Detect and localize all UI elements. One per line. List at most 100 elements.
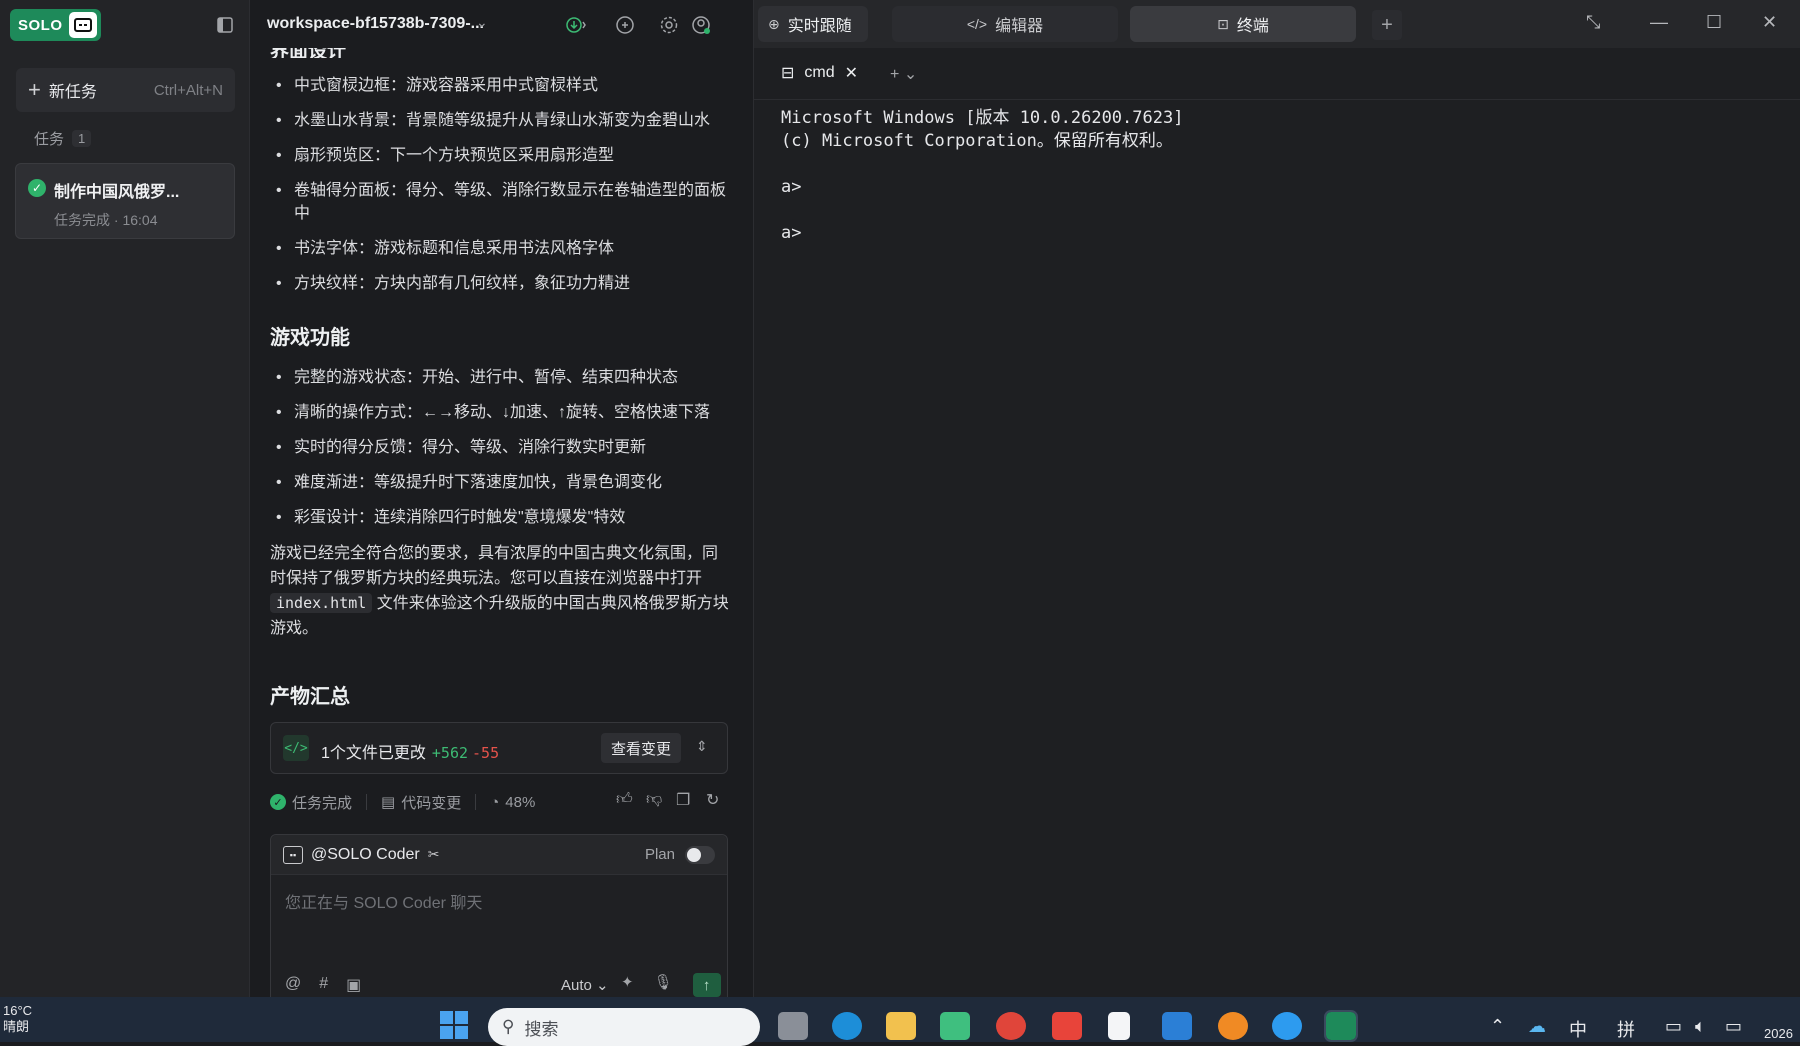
terminal-tab-cmd[interactable]: ⊟ cmd ✕ <box>769 54 870 94</box>
new-task-label: 新任务 <box>48 84 97 101</box>
logo: SOLO <box>10 8 101 42</box>
app-icon[interactable] <box>1162 1012 1192 1040</box>
plan-toggle[interactable] <box>685 845 715 864</box>
progress-ring-icon: ◔ <box>490 793 500 811</box>
weather-widget[interactable]: 16°C 晴朗 <box>3 1003 32 1035</box>
changes-summary: 1个文件已更改 +562 -55 <box>321 739 499 763</box>
taskbar-search[interactable]: ⚲ 搜索 <box>488 1008 760 1046</box>
logo-icon <box>68 12 97 38</box>
thumbs-down-icon[interactable]: 👎︎ <box>646 790 662 808</box>
microphone-icon[interactable]: 🎙︎ <box>654 973 673 997</box>
agent-name[interactable]: @SOLO Coder <box>311 846 420 864</box>
close-icon[interactable]: ✕ <box>1762 12 1777 33</box>
clock[interactable]: 2026 <box>1764 1026 1793 1041</box>
task-done-label: 任务完成 <box>292 794 353 812</box>
volume-icon[interactable]: 🔈︎ <box>1695 1016 1706 1037</box>
tools-icon[interactable]: ✂ <box>428 846 440 863</box>
maximize-icon[interactable]: ☐ <box>1706 12 1722 33</box>
copy-icon[interactable]: ❐ <box>676 790 692 809</box>
ui-bullet-list: 中式窗棂边框：游戏容器采用中式窗棂样式 水墨山水背景：背景随等级提升从青绿山水渐… <box>270 74 730 307</box>
onedrive-icon[interactable]: ☁ <box>1528 1016 1546 1037</box>
task-status: 任务完成 · 16:04 <box>54 212 158 228</box>
add-tab-button[interactable]: + <box>1372 10 1402 40</box>
expand-icon[interactable]: ⇕ <box>696 738 708 755</box>
app-window: SOLO + 新任务 Ctrl+Alt+N 任务 1 ✓ 制作中国风俄罗... … <box>0 0 1800 1004</box>
document-app-icon[interactable] <box>1108 1012 1130 1040</box>
view-changes-button[interactable]: 查看变更 <box>601 733 682 763</box>
battery-icon[interactable]: ▭ <box>1725 1016 1742 1037</box>
tab-label: 实时跟随 <box>787 18 852 35</box>
tab-editor[interactable]: </> 编辑器 <box>892 6 1118 42</box>
account-icon[interactable] <box>690 14 712 36</box>
chrome-icon[interactable] <box>996 1012 1026 1040</box>
context-progress: 48% <box>505 793 536 811</box>
collapse-icon[interactable]: ⤡ <box>1586 12 1600 33</box>
changes-text: 1个文件已更改 <box>321 745 426 762</box>
divider <box>475 794 477 810</box>
chat-header: workspace-bf15738b-7309-... ⌄ <box>250 0 748 48</box>
network-icon[interactable]: ▭ <box>1665 1016 1682 1037</box>
terminal-tab-label: cmd <box>804 64 835 81</box>
inline-code: index.html <box>270 593 373 613</box>
artifacts-heading: 产物汇总 <box>270 686 350 708</box>
solo-app-icon[interactable] <box>1324 1010 1358 1042</box>
file-explorer-icon[interactable] <box>886 1012 916 1040</box>
divider <box>754 99 1800 100</box>
sidebar-toggle-icon[interactable] <box>215 15 235 35</box>
divider <box>366 794 368 810</box>
chat-panel: 界面设计 workspace-bf15738b-7309-... ⌄ 中式窗棂边… <box>250 0 748 1004</box>
list-item: 完整的游戏状态：开始、进行中、暂停、结束四种状态 <box>270 366 730 389</box>
chat-input[interactable]: 您正在与 SOLO Coder 聊天 <box>285 889 482 913</box>
terminal-tabs: ⊟ cmd ✕ + ⌄ <box>769 54 917 94</box>
tab-live-follow[interactable]: ⊕ 实时跟随 <box>758 6 868 42</box>
mention-icon[interactable]: @ <box>285 975 301 995</box>
code-icon: </> <box>283 735 309 761</box>
refresh-icon[interactable]: ↻ <box>706 790 722 809</box>
plan-toggle-group: Plan <box>645 845 715 864</box>
windows-start-icon[interactable] <box>440 1011 468 1039</box>
model-select[interactable]: Auto ⌄ <box>561 976 609 994</box>
app-icon[interactable] <box>1272 1012 1302 1040</box>
model-select-value: Auto <box>561 977 592 994</box>
compass-icon: ⊕ <box>768 15 780 32</box>
changes-card: </> 1个文件已更改 +562 -55 查看变更 ⇕ <box>270 722 728 774</box>
chevron-down-icon[interactable]: ⌄ <box>476 14 488 31</box>
edge-browser-icon[interactable] <box>832 1012 862 1040</box>
tab-label: 终端 <box>1236 18 1269 35</box>
right-pane: ⊕ 实时跟随 </> 编辑器 ⊡ 终端 + ⤡ — ☐ ✕ ⊟ cmd ✕ + <box>753 0 1800 997</box>
sparkle-icon[interactable]: ✦ <box>621 973 634 997</box>
temperature: 16°C <box>3 1003 33 1018</box>
check-circle-icon: ✓ <box>270 794 286 810</box>
new-terminal-button[interactable]: + ⌄ <box>890 64 917 84</box>
tasks-header: 任务 1 <box>34 128 92 149</box>
close-icon[interactable]: ✕ <box>845 63 858 83</box>
chevron-up-icon[interactable]: ⌃ <box>1490 1016 1505 1037</box>
logo-text: SOLO <box>18 16 63 34</box>
ime-mode[interactable]: 拼 <box>1617 1016 1635 1042</box>
list-item: 扇形预览区：下一个方块预览区采用扇形造型 <box>270 144 730 167</box>
terminal-output[interactable]: Microsoft Windows [版本 10.0.26200.7623] (… <box>781 107 1183 245</box>
app-icon[interactable] <box>940 1012 970 1040</box>
chat-history-icon[interactable] <box>614 14 636 36</box>
code-change-label[interactable]: 代码变更 <box>401 792 461 813</box>
new-task-button[interactable]: + 新任务 Ctrl+Alt+N <box>16 68 235 112</box>
hash-icon[interactable]: # <box>319 975 328 995</box>
agent-icon: ▪▪ <box>283 845 303 864</box>
terminal-icon: ⊟ <box>781 65 795 82</box>
sidebar: SOLO + 新任务 Ctrl+Alt+N 任务 1 ✓ 制作中国风俄罗... … <box>0 0 250 997</box>
tab-terminal[interactable]: ⊡ 终端 <box>1130 6 1356 42</box>
search-app-icon[interactable] <box>1218 1012 1248 1040</box>
thumbs-up-icon[interactable]: 👍︎ <box>616 790 633 808</box>
minimize-icon[interactable]: — <box>1650 12 1668 33</box>
image-icon[interactable]: ▣ <box>346 975 361 995</box>
task-view-icon[interactable] <box>778 1012 808 1040</box>
send-button[interactable]: ↑ <box>692 973 721 997</box>
ime-language[interactable]: 中 <box>1569 1016 1587 1042</box>
list-item: 中式窗棂边框：游戏容器采用中式窗棂样式 <box>270 74 730 97</box>
workspace-name[interactable]: workspace-bf15738b-7309-... <box>267 15 484 33</box>
gear-icon[interactable] <box>658 14 680 36</box>
download-icon[interactable] <box>565 14 587 36</box>
document-icon: ▤ <box>381 794 396 811</box>
app-icon[interactable] <box>1052 1012 1082 1040</box>
task-item[interactable]: ✓ 制作中国风俄罗... 任务完成 · 16:04 <box>15 163 235 239</box>
